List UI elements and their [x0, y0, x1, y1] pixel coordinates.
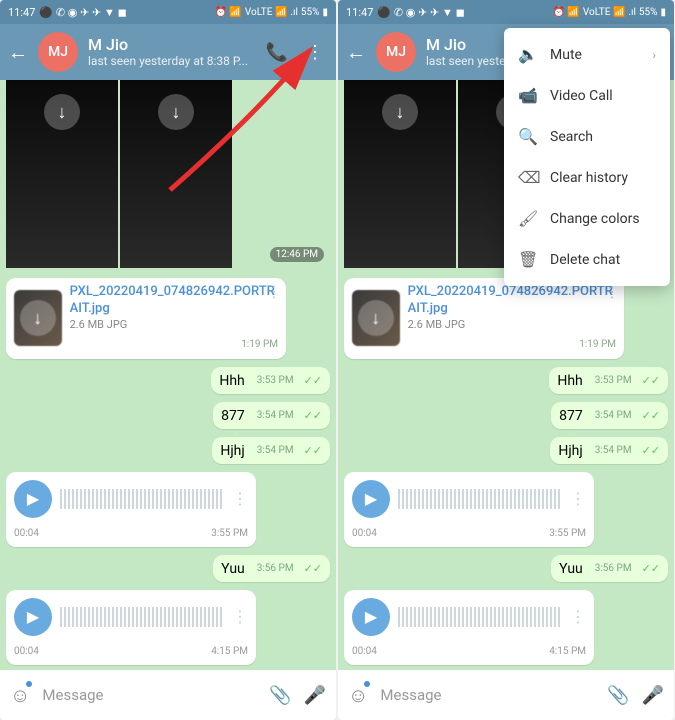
- brush-icon: 🖌: [518, 209, 536, 228]
- trash-icon: 🗑: [518, 250, 536, 269]
- media-time: 12:46 PM: [270, 247, 324, 262]
- message-input[interactable]: Message: [380, 686, 595, 704]
- chevron-right-icon: ›: [652, 48, 656, 62]
- context-menu: 🔈Mute› 📹Video Call 🔍Search ⌫Clear histor…: [504, 28, 670, 286]
- play-button[interactable]: ▶: [352, 480, 390, 518]
- file-thumb[interactable]: ↓: [14, 290, 62, 346]
- message-out[interactable]: 8773:54 PM✓✓: [551, 402, 668, 429]
- emoji-button[interactable]: ☺: [10, 683, 30, 708]
- menu-clear-history[interactable]: ⌫Clear history: [504, 157, 670, 198]
- menu-change-colors[interactable]: 🖌Change colors: [504, 198, 670, 239]
- status-time: 11:47: [346, 6, 373, 19]
- emoji-button[interactable]: ☺: [348, 683, 368, 708]
- file-message[interactable]: ↓ PXL_20220419_074826942.PORTRAIT.jpg 2.…: [344, 278, 624, 359]
- message-out[interactable]: Yuu3:56 PM✓✓: [551, 555, 668, 582]
- read-icon: ✓✓: [304, 444, 322, 457]
- mic-button[interactable]: 🎤: [304, 685, 326, 706]
- message-out[interactable]: Hhh3:53 PM✓✓: [549, 367, 668, 394]
- voice-message[interactable]: ▶⋮ 00:044:15 PM: [344, 590, 594, 665]
- voice-message[interactable]: ▶⋮ 00:043:55 PM: [6, 472, 256, 547]
- more-button[interactable]: ⋮: [306, 42, 324, 63]
- mic-button[interactable]: 🎤: [642, 685, 664, 706]
- download-icon[interactable]: ↓: [358, 300, 394, 336]
- input-bar: ☺ Message 📎 🎤: [338, 670, 674, 720]
- message-menu[interactable]: ⋮: [232, 489, 248, 508]
- media-group[interactable]: ↓ ↓ 12:46 PM: [6, 80, 330, 268]
- message-out[interactable]: Hjhj3:54 PM✓✓: [212, 437, 330, 464]
- message-input[interactable]: Message: [42, 686, 257, 704]
- message-out[interactable]: Yuu3:56 PM✓✓: [213, 555, 330, 582]
- chat-header: ← MJ M Jio last seen yesterday at 8:38 P…: [0, 24, 336, 80]
- media-thumb[interactable]: ↓: [6, 80, 118, 268]
- contact-name: M Jio: [88, 35, 256, 54]
- voice-message[interactable]: ▶⋮ 00:044:15 PM: [6, 590, 256, 665]
- phone-right: 11:47 ⚫ ✆ ◉ ✈ ✈ ▼ ◼ ⏰ 📶 VoLTE 📶 .ıl 55% …: [338, 0, 674, 720]
- attach-button[interactable]: 📎: [607, 685, 629, 706]
- back-button[interactable]: ←: [8, 40, 28, 65]
- download-icon[interactable]: ↓: [382, 94, 418, 130]
- menu-mute[interactable]: 🔈Mute›: [504, 34, 670, 75]
- download-icon[interactable]: ↓: [20, 300, 56, 336]
- read-icon: ✓✓: [304, 374, 322, 387]
- voice-message[interactable]: ▶⋮ 00:043:55 PM: [344, 472, 594, 547]
- file-message[interactable]: ↓ PXL_20220419_074826942.PORTRAIT.jpg 2.…: [6, 278, 286, 359]
- read-icon: ✓✓: [304, 562, 322, 575]
- input-bar: ☺ Message 📎 🎤: [0, 670, 336, 720]
- message-out[interactable]: Hjhj3:54 PM✓✓: [550, 437, 668, 464]
- avatar[interactable]: MJ: [376, 32, 416, 72]
- waveform[interactable]: [60, 489, 224, 509]
- broom-icon: ⌫: [518, 168, 536, 187]
- call-button[interactable]: 📞: [266, 42, 288, 63]
- chat-area[interactable]: ↓ ↓ 12:46 PM ↓ PXL_20220419_074826942.PO…: [0, 80, 336, 670]
- play-button[interactable]: ▶: [14, 480, 52, 518]
- contact-info[interactable]: M Jio last seen yesterday at 8:38 P...: [88, 35, 256, 69]
- message-menu[interactable]: ⋮: [232, 607, 248, 626]
- read-icon: ✓✓: [304, 409, 322, 422]
- message-out[interactable]: 8773:54 PM✓✓: [213, 402, 330, 429]
- media-thumb[interactable]: ↓: [344, 80, 456, 268]
- search-icon: 🔍: [518, 127, 536, 146]
- status-time: 11:47: [8, 6, 35, 19]
- speaker-icon: 🔈: [518, 45, 536, 64]
- media-thumb[interactable]: ↓: [120, 80, 232, 268]
- message-out[interactable]: Hhh3:53 PM✓✓: [211, 367, 330, 394]
- video-icon: 📹: [518, 86, 536, 105]
- file-thumb[interactable]: ↓: [352, 290, 400, 346]
- menu-delete-chat[interactable]: 🗑Delete chat: [504, 239, 670, 280]
- status-bar: 11:47 ⚫ ✆ ◉ ✈ ✈ ▼ ◼ ⏰ 📶 VoLTE 📶 .ıl 55% …: [0, 0, 336, 24]
- avatar[interactable]: MJ: [38, 32, 78, 72]
- download-icon[interactable]: ↓: [44, 94, 80, 130]
- play-button[interactable]: ▶: [352, 598, 390, 636]
- download-icon[interactable]: ↓: [158, 94, 194, 130]
- attach-button[interactable]: 📎: [269, 685, 291, 706]
- contact-status: last seen yesterday at 8:38 P...: [88, 54, 256, 68]
- status-bar: 11:47 ⚫ ✆ ◉ ✈ ✈ ▼ ◼ ⏰ 📶 VoLTE 📶 .ıl 55% …: [338, 0, 674, 24]
- menu-search[interactable]: 🔍Search: [504, 116, 670, 157]
- play-button[interactable]: ▶: [14, 598, 52, 636]
- phone-left: 11:47 ⚫ ✆ ◉ ✈ ✈ ▼ ◼ ⏰ 📶 VoLTE 📶 .ıl 55% …: [0, 0, 336, 720]
- waveform[interactable]: [60, 607, 224, 627]
- menu-video-call[interactable]: 📹Video Call: [504, 75, 670, 116]
- message-menu[interactable]: ⋮: [266, 282, 282, 301]
- back-button[interactable]: ←: [346, 40, 366, 65]
